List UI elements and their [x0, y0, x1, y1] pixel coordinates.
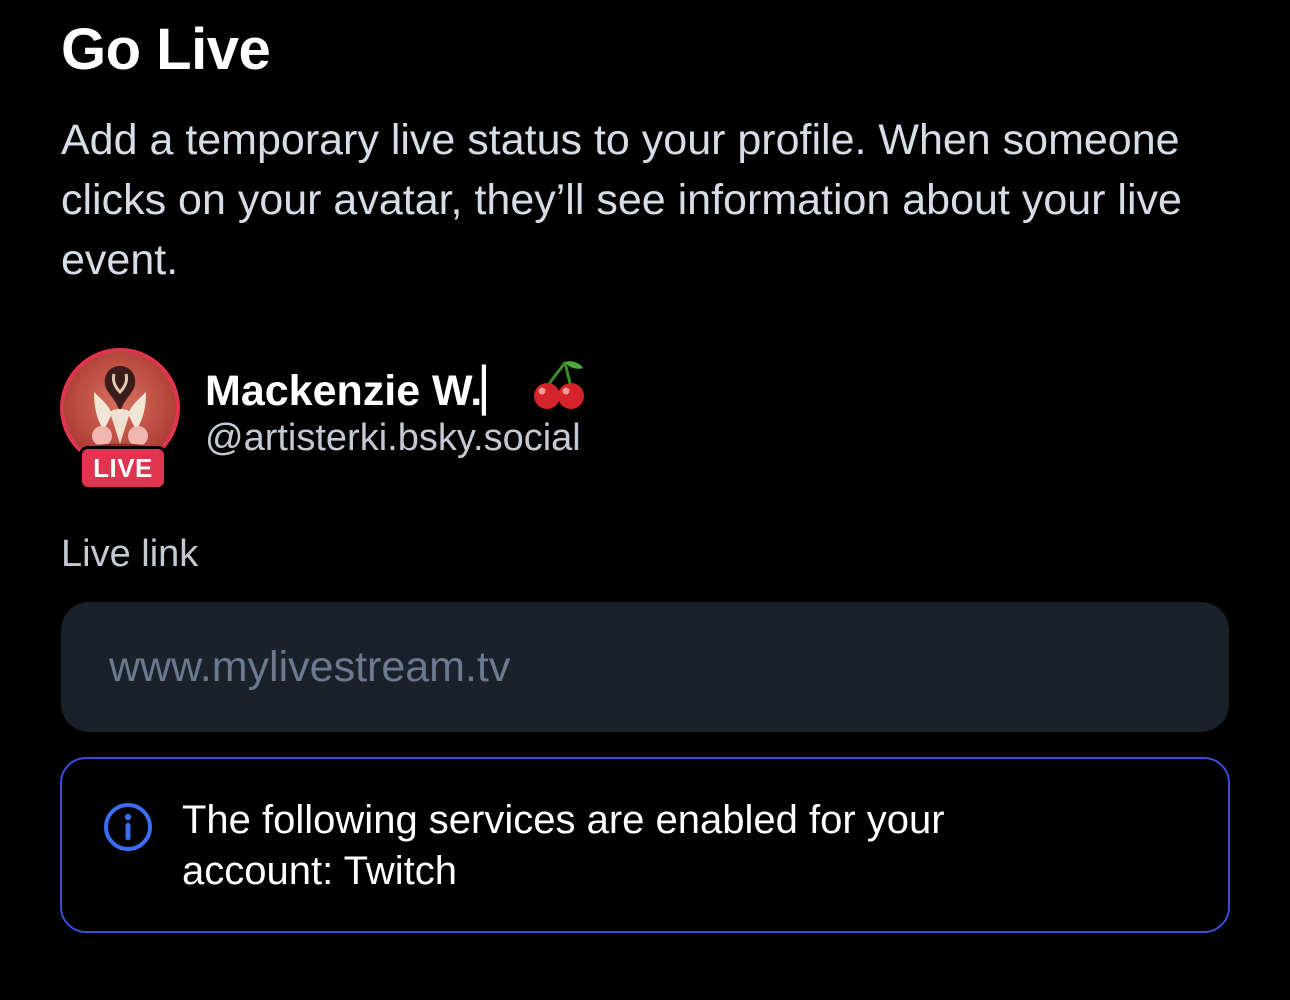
display-name-text: Mackenzie W.▏ — [205, 366, 516, 415]
live-link-input[interactable] — [61, 602, 1229, 732]
avatar-container: LIVE — [60, 348, 182, 490]
live-badge: LIVE — [79, 446, 167, 490]
page-description: Add a temporary live status to your prof… — [61, 116, 1182, 284]
info-icon — [102, 801, 154, 853]
live-link-label: Live link — [61, 533, 199, 575]
notice-text: The following services are enabled for y… — [182, 798, 945, 893]
page-title: Go Live — [61, 17, 271, 82]
profile-handle: @artisterki.bsky.social — [205, 417, 581, 459]
profile-preview: LIVE Mackenzie W.▏ @artisterki.bsky.soci… — [60, 348, 860, 490]
services-notice: The following services are enabled for y… — [60, 757, 1230, 933]
